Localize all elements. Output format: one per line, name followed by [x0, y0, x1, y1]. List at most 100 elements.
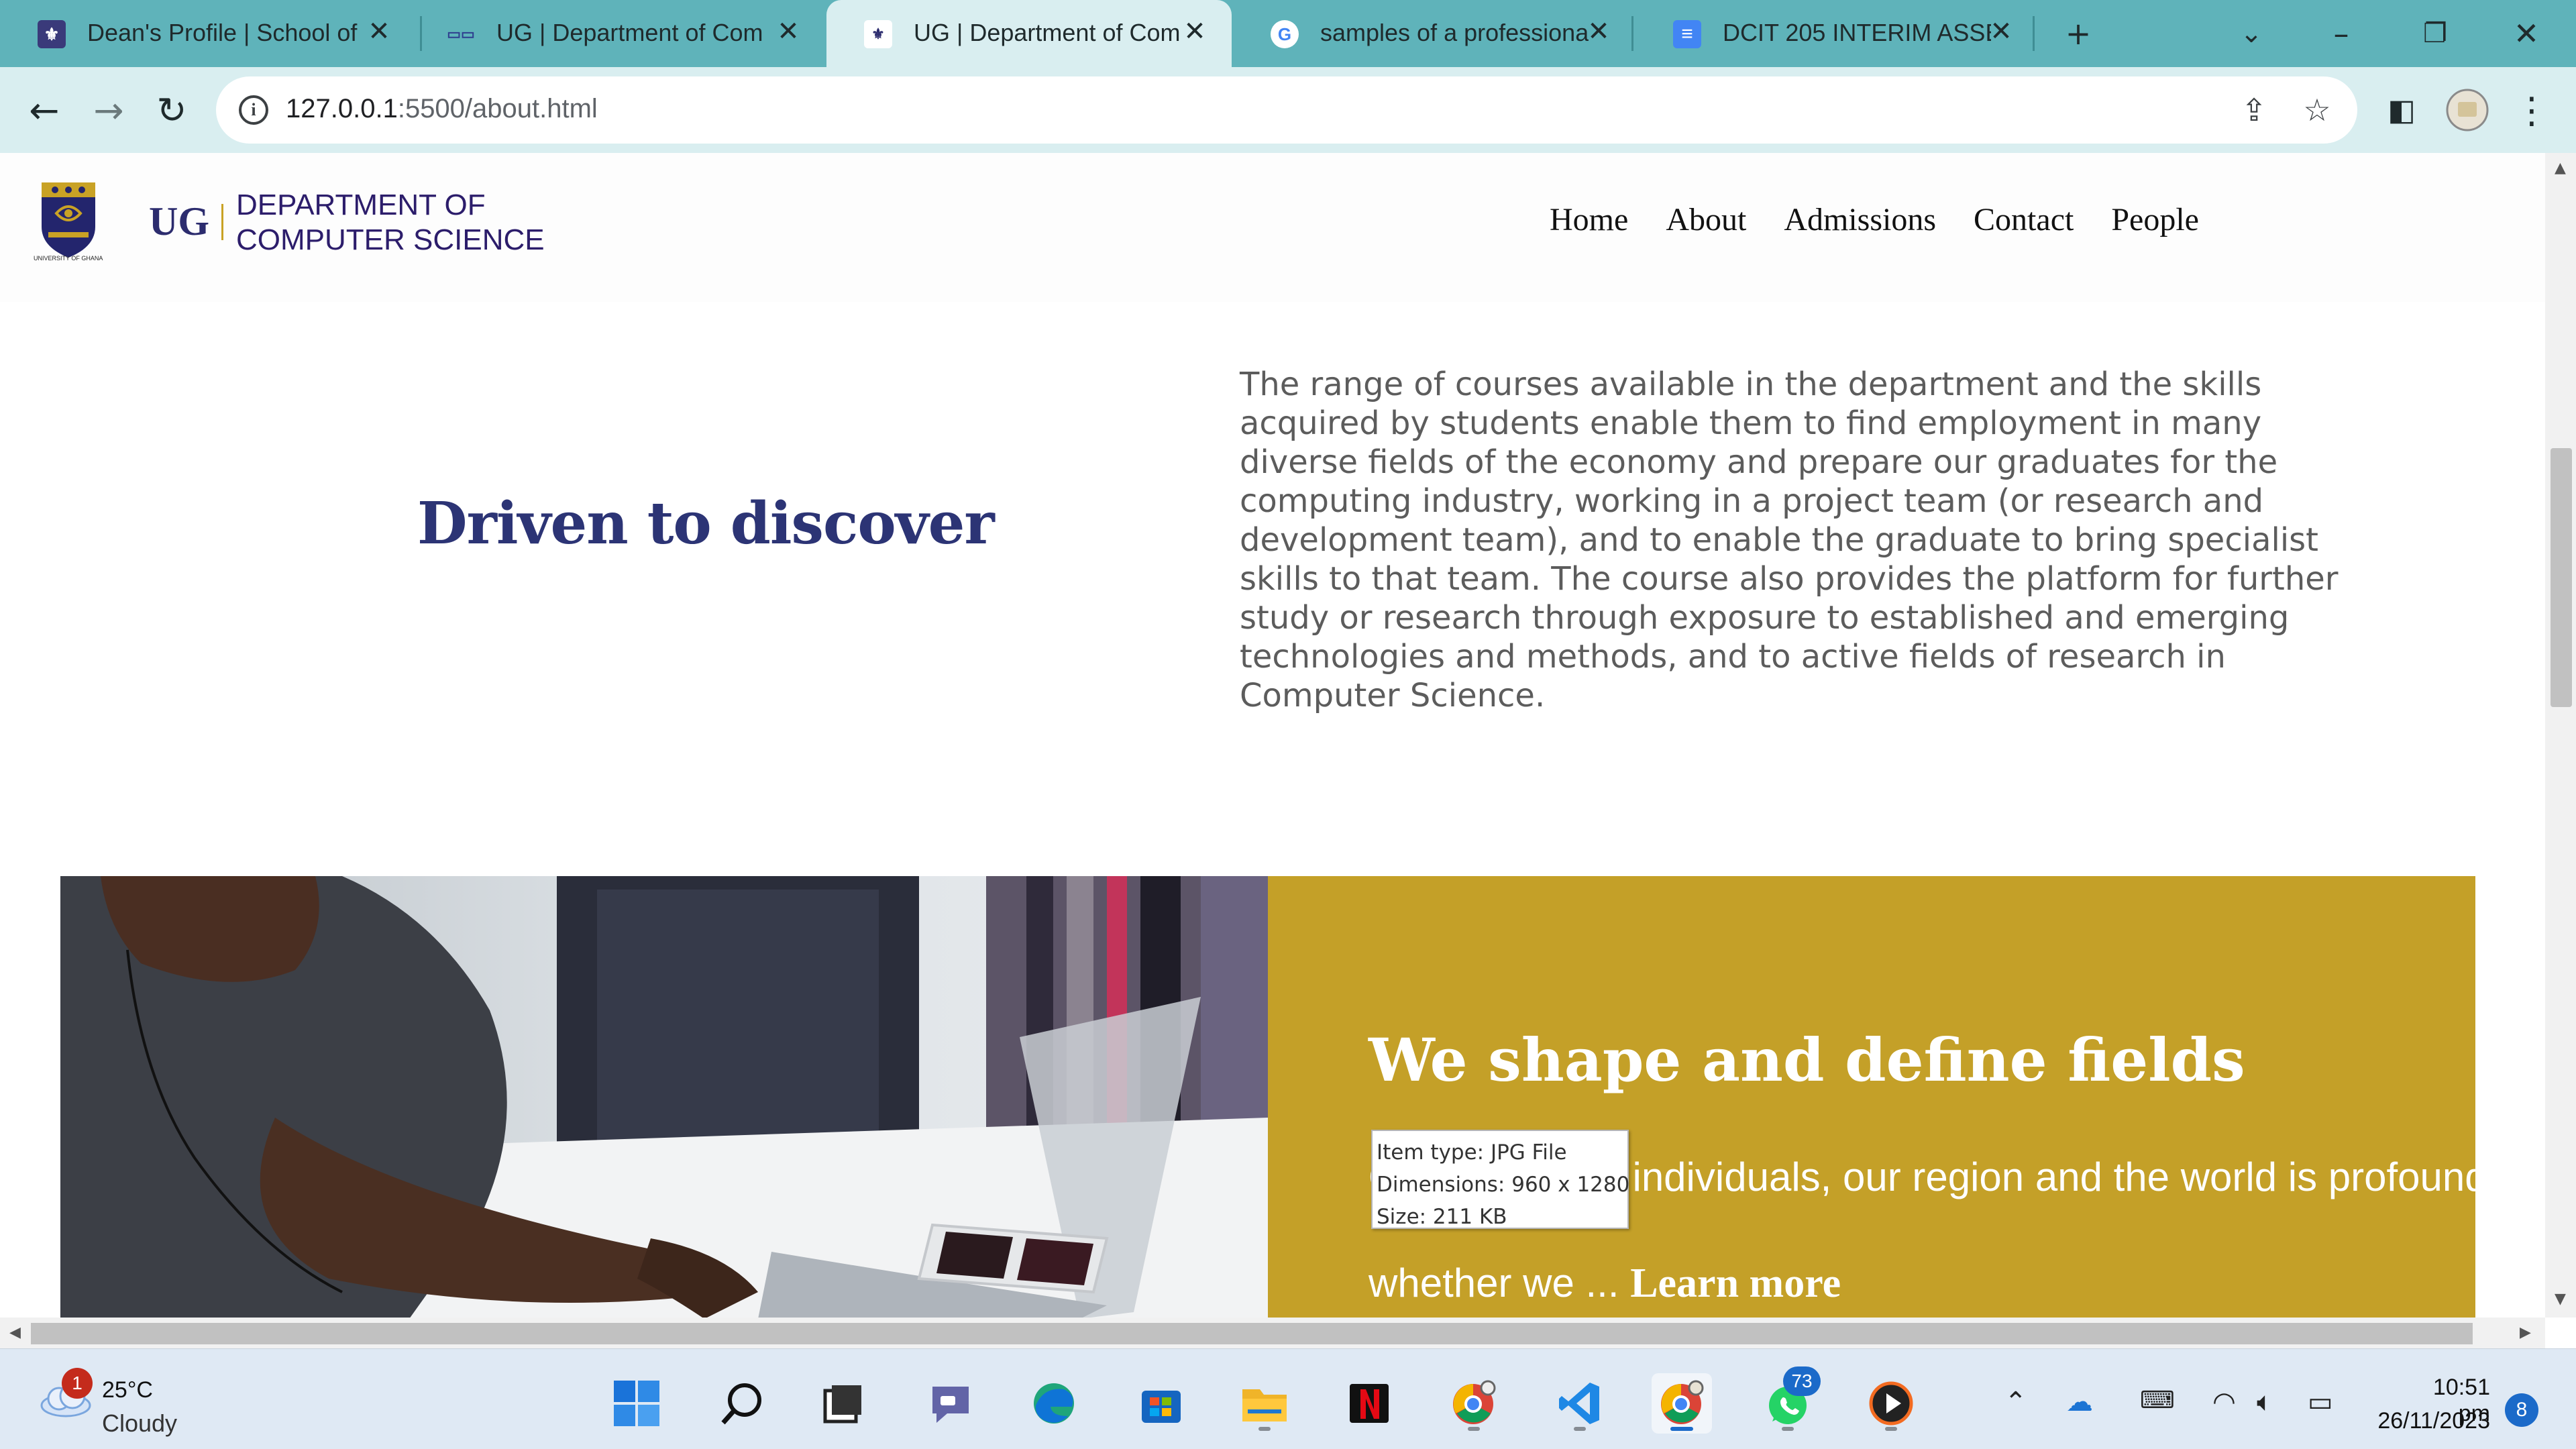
bookmark-star-icon[interactable]: ☆	[2298, 91, 2336, 129]
microsoft-store-icon[interactable]	[1131, 1373, 1191, 1434]
minimize-button[interactable]: –	[2314, 7, 2368, 60]
file-info-tooltip: Item type: JPG File Dimensions: 960 x 12…	[1371, 1130, 1629, 1229]
task-view-icon[interactable]	[813, 1373, 873, 1434]
docs-icon: ≡	[1673, 20, 1701, 48]
tab-separator	[1631, 16, 1633, 51]
promo-panel: We shape and define fields Our impact on…	[1268, 876, 2498, 1318]
scroll-right-arrow-icon[interactable]: ▶	[2520, 1324, 2531, 1341]
close-icon[interactable]: ✕	[362, 15, 396, 48]
tab-title: UG | Department of Com	[914, 19, 1181, 46]
department-title-line1: DEPARTMENT OF	[236, 189, 486, 221]
horizontal-scroll-thumb[interactable]	[31, 1323, 2473, 1344]
share-icon[interactable]: ⇪	[2235, 91, 2273, 129]
learn-more-link[interactable]: Learn more	[1630, 1260, 1841, 1306]
keyboard-icon[interactable]: ⌨	[2140, 1387, 2175, 1414]
nav-admissions[interactable]: Admissions	[1784, 201, 1936, 238]
url-text[interactable]: 127.0.0.1:5500/about.html	[286, 94, 598, 124]
netflix-icon[interactable]	[1339, 1373, 1399, 1434]
nav-people[interactable]: People	[2111, 201, 2199, 238]
running-indicator	[1468, 1427, 1480, 1431]
media-player-icon[interactable]	[1861, 1373, 1921, 1434]
battery-icon[interactable]: ▭	[2308, 1387, 2333, 1417]
close-icon[interactable]: ✕	[1178, 15, 1212, 48]
tab-ug-department-1[interactable]: ▭▭ UG | Department of Com ✕	[409, 0, 825, 67]
restore-button[interactable]: ❐	[2408, 7, 2462, 60]
profile-avatar[interactable]	[2442, 85, 2493, 136]
tab-ug-department-active[interactable]: ⚜ UG | Department of Com ✕	[826, 0, 1232, 67]
tab-separator	[2033, 16, 2035, 51]
tooltip-dimensions: Dimensions: 960 x 1280	[1377, 1173, 1630, 1197]
logo-divider	[221, 204, 223, 240]
nav-about[interactable]: About	[1666, 201, 1746, 238]
file-explorer-icon[interactable]	[1234, 1373, 1295, 1434]
weather-condition[interactable]: Cloudy	[102, 1409, 177, 1438]
crest-caption: UNIVERSITY OF GHANA	[34, 255, 103, 262]
search-icon[interactable]	[712, 1373, 773, 1434]
close-window-button[interactable]: ✕	[2500, 7, 2553, 60]
ug-crest-icon: ⚜	[864, 20, 892, 48]
tab-title: UG | Department of Com	[496, 19, 763, 46]
menu-kebab-icon[interactable]: ⋮	[2506, 85, 2557, 136]
ug-logo-mark[interactable]: UG	[149, 199, 209, 245]
vscode-icon[interactable]	[1550, 1373, 1610, 1434]
reload-button[interactable]: ↻	[146, 85, 197, 136]
address-bar[interactable]: i 127.0.0.1:5500/about.html ⇪ ☆	[216, 76, 2357, 144]
site-info-icon[interactable]: i	[239, 95, 268, 125]
url-host: 127.0.0.1	[286, 94, 398, 123]
teams-chat-icon[interactable]	[920, 1373, 981, 1434]
new-tab-button[interactable]: +	[2051, 7, 2105, 60]
close-icon[interactable]: ✕	[771, 15, 805, 48]
google-icon: G	[1271, 20, 1299, 48]
running-indicator	[1885, 1427, 1897, 1431]
tab-strip: ⚜ Dean's Profile | School of ✕ ▭▭ UG | D…	[0, 0, 2576, 67]
scroll-up-arrow-icon[interactable]: ▲	[2555, 160, 2566, 176]
windows-taskbar: 1 25°C Cloudy 73 ⌃ ☁ ⌨ ◠ 🔈︎ ▭ 10:51 pm 2…	[0, 1348, 2576, 1449]
notification-count-badge[interactable]: 8	[2505, 1393, 2538, 1427]
university-crest-logo[interactable]	[35, 180, 102, 260]
close-icon[interactable]: ✕	[1582, 15, 1615, 48]
whatsapp-unread-badge: 73	[1783, 1366, 1821, 1396]
edge-browser-icon[interactable]	[1024, 1373, 1084, 1434]
intro-paragraph: The range of courses available in the de…	[1240, 366, 2339, 714]
volume-icon[interactable]: 🔈︎	[2257, 1387, 2273, 1417]
running-indicator	[1258, 1427, 1271, 1431]
page-headline: Driven to discover	[417, 490, 995, 557]
show-hidden-icons-chevron-icon[interactable]: ⌃	[2004, 1387, 2027, 1417]
horizontal-scrollbar[interactable]: ◀ ▶	[0, 1318, 2545, 1348]
running-indicator	[1574, 1427, 1586, 1431]
chrome-active-icon[interactable]	[1652, 1373, 1712, 1434]
vertical-scrollbar[interactable]: ▲ ▼	[2545, 153, 2576, 1318]
active-indicator	[1670, 1427, 1693, 1431]
close-icon[interactable]: ✕	[1984, 15, 2018, 48]
windows-start-icon[interactable]	[606, 1373, 667, 1434]
forward-button[interactable]: →	[83, 85, 134, 136]
promo-more-line: whether we ... Learn more	[1368, 1260, 1841, 1307]
wifi-icon[interactable]: ◠	[2212, 1387, 2236, 1417]
tab-search-chevron-icon[interactable]: ⌄	[2224, 7, 2278, 60]
nav-home[interactable]: Home	[1550, 201, 1628, 238]
tooltip-item-type: Item type: JPG File	[1377, 1140, 1567, 1165]
tab-title: Dean's Profile | School of	[87, 19, 358, 46]
weather-alert-badge: 1	[62, 1368, 93, 1399]
tab-title: DCIT 205 INTERIM ASSES	[1723, 19, 1991, 46]
tab-deans-profile[interactable]: ⚜ Dean's Profile | School of ✕	[0, 0, 416, 67]
side-panel-icon[interactable]: ◧	[2376, 85, 2427, 136]
chrome-profile-icon[interactable]	[1444, 1373, 1504, 1434]
department-title[interactable]: DEPARTMENT OF COMPUTER SCIENCE	[236, 188, 545, 258]
scroll-left-arrow-icon[interactable]: ◀	[9, 1324, 21, 1341]
onedrive-cloud-icon[interactable]: ☁	[2066, 1387, 2093, 1417]
back-button[interactable]: ←	[19, 85, 70, 136]
tooltip-size: Size: 211 KB	[1377, 1205, 1507, 1229]
scroll-down-arrow-icon[interactable]: ▼	[2555, 1291, 2566, 1307]
clock-date[interactable]: 26/11/2023	[2369, 1408, 2490, 1434]
department-title-line2: COMPUTER SCIENCE	[236, 223, 545, 256]
ug-crest-icon: ⚜	[38, 20, 66, 48]
tab-google-docs[interactable]: ≡ DCIT 205 INTERIM ASSES ✕	[1635, 0, 2038, 67]
weather-temperature[interactable]: 25°C	[102, 1377, 153, 1403]
tab-google-search[interactable]: G samples of a professiona ✕	[1233, 0, 1635, 67]
browser-toolbar: ← → ↻ i 127.0.0.1:5500/about.html ⇪ ☆ ◧ …	[0, 67, 2576, 153]
vertical-scroll-thumb[interactable]	[2551, 448, 2572, 707]
nav-contact[interactable]: Contact	[1974, 201, 2074, 238]
url-path: :5500/about.html	[397, 94, 598, 123]
promo-heading: We shape and define fields	[1368, 1025, 2245, 1095]
